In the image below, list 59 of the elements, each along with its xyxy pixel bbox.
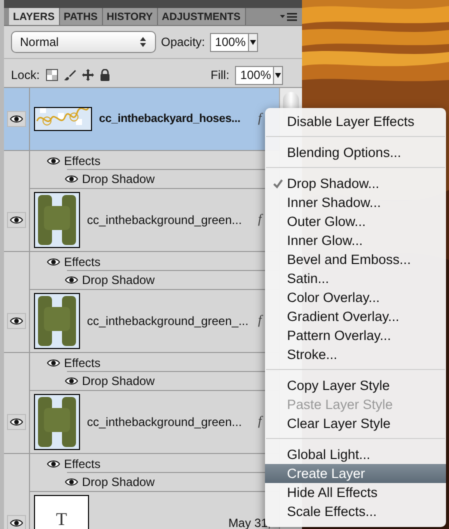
fx-label: f [258, 110, 262, 126]
layer-row[interactable]: cc_inthebackyard_hoses... f [4, 88, 279, 151]
fill-label: Fill: [210, 68, 230, 82]
text-layer-thumbnail: T [34, 495, 89, 529]
menu-item[interactable]: Bevel and Emboss... [265, 250, 446, 269]
menu-item[interactable]: Scale Effects... [265, 502, 446, 521]
effects-label: Effects [64, 154, 100, 168]
eye-icon[interactable] [65, 276, 78, 284]
lock-label: Lock: [11, 68, 40, 82]
effect-label: Drop Shadow [82, 475, 155, 489]
visibility-toggle[interactable] [7, 212, 26, 228]
visibility-toggle[interactable] [7, 111, 26, 127]
eye-icon [10, 317, 23, 325]
panel-tab[interactable]: HISTORY [102, 8, 158, 25]
eye-icon[interactable] [65, 478, 78, 486]
layer-name: cc_inthebackground_green... [87, 415, 242, 429]
panel-tab[interactable]: ADJUSTMENTS [158, 8, 246, 25]
menu-item[interactable]: Satin... [265, 269, 446, 288]
eye-icon [10, 519, 23, 527]
eye-icon[interactable] [65, 377, 78, 385]
panel-tab[interactable]: PATHS [60, 8, 103, 25]
menu-icon[interactable] [280, 12, 298, 22]
panel-tab[interactable]: LAYERS [9, 8, 60, 25]
visibility-toggle[interactable] [7, 414, 26, 430]
eye-icon [10, 216, 23, 224]
lock-icon[interactable] [100, 69, 110, 81]
eye-icon[interactable] [47, 156, 60, 164]
effects-label: Effects [64, 254, 100, 268]
caret-icon [275, 72, 281, 78]
eye-icon[interactable] [47, 358, 60, 366]
opacity-label: Opacity: [161, 35, 206, 49]
fx-label: f [258, 211, 262, 227]
effect-label: Drop Shadow [82, 374, 155, 388]
caret-icon [250, 40, 256, 44]
effects-label: Effects [64, 456, 100, 470]
fill-field[interactable]: 100% [235, 66, 283, 84]
effects-label: Effects [64, 356, 100, 370]
stepper-icon [139, 36, 147, 48]
layer-name: cc_inthebackground_green_... [87, 314, 248, 328]
blend-mode-dropdown[interactable]: Normal [11, 31, 156, 53]
layer-name: cc_inthebackground_green... [87, 213, 242, 227]
eye-icon[interactable] [47, 258, 60, 266]
effect-label: Drop Shadow [82, 172, 155, 186]
eye-icon[interactable] [47, 460, 60, 468]
brush-icon[interactable] [64, 69, 76, 81]
visibility-toggle[interactable] [7, 515, 26, 529]
eye-icon [10, 418, 23, 426]
fx-label: f [258, 413, 262, 429]
move-icon[interactable] [82, 69, 94, 81]
lock-transparency-icon[interactable] [46, 69, 58, 81]
effect-label: Drop Shadow [82, 273, 155, 287]
menu-item[interactable]: Create Layer [265, 464, 446, 483]
visibility-toggle[interactable] [7, 313, 26, 329]
layer-name: cc_inthebackyard_hoses... [99, 113, 240, 125]
fx-label: f [258, 312, 262, 328]
eye-icon [10, 115, 23, 123]
eye-icon[interactable] [65, 175, 78, 183]
menu-item[interactable]: Hide All Effects [265, 483, 446, 502]
opacity-field[interactable]: 100% [210, 32, 258, 52]
